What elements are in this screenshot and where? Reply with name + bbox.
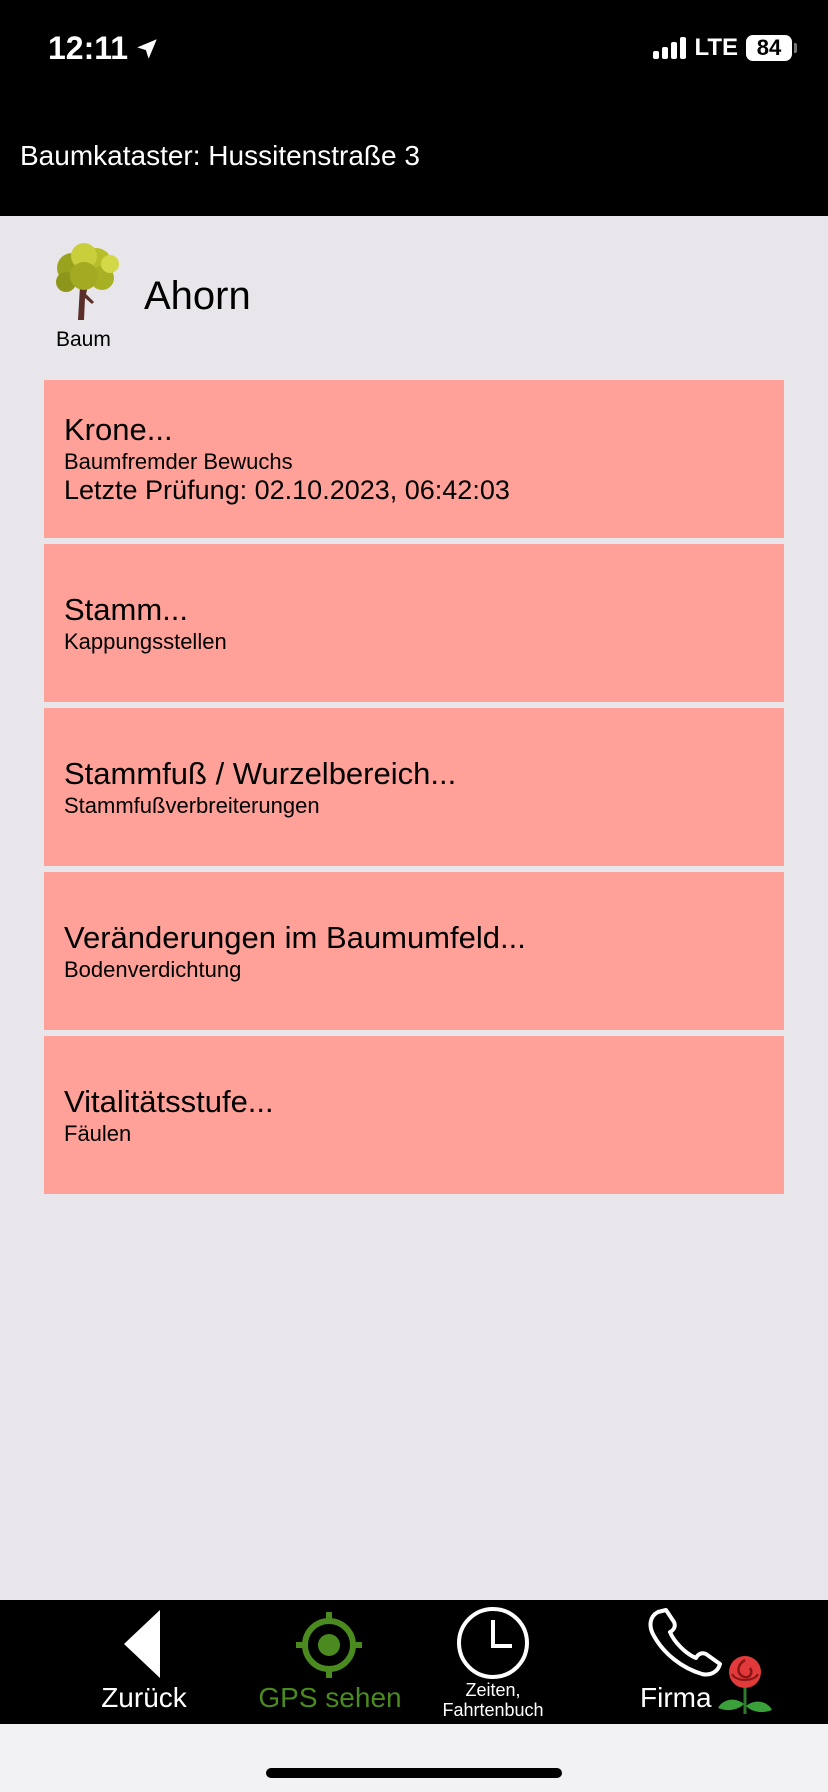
section-title: Krone... [64, 412, 173, 447]
section-detail: Baumfremder Bewuchs [64, 449, 293, 474]
tree-header: Baum Ahorn [40, 242, 740, 352]
location-arrow-icon [137, 38, 157, 59]
tree-caption: Baum [56, 328, 111, 351]
tree-icon[interactable] [50, 242, 120, 322]
section-krone[interactable]: Krone... Baumfremder Bewuchs Letzte Prüf… [44, 380, 784, 538]
section-stamm[interactable]: Stamm... Kappungsstellen [44, 544, 784, 702]
section-vitalitaet[interactable]: Vitalitätsstufe... Fäulen [44, 1036, 784, 1194]
section-baumumfeld[interactable]: Veränderungen im Baumumfeld... Bodenverd… [44, 872, 784, 1030]
back-arrow-icon [124, 1610, 160, 1678]
section-detail: Kappungsstellen [64, 628, 227, 654]
gps-label: GPS sehen [258, 1682, 402, 1713]
rose-icon [718, 1656, 772, 1714]
battery-level: 84 [756, 35, 782, 60]
gps-button[interactable]: GPS sehen [250, 1600, 410, 1724]
back-label: Zurück [101, 1682, 187, 1713]
section-title: Vitalitätsstufe... [64, 1083, 274, 1119]
status-indicators: LTE 84 [653, 34, 797, 62]
battery-icon: 84 [746, 35, 797, 61]
gps-target-icon [296, 1612, 362, 1678]
status-bar: 12:11 LTE 84 [0, 0, 828, 100]
times-label-line1: Zeiten, [465, 1680, 521, 1700]
section-title: Stammfuß / Wurzelbereich... [64, 755, 457, 791]
company-button[interactable]: Firma [640, 1600, 780, 1724]
page-title: Baumkataster: Hussitenstraße 3 [20, 140, 420, 171]
section-title: Stamm... [64, 591, 189, 627]
signal-icon [653, 37, 687, 59]
times-label-line2: Fahrtenbuch [442, 1700, 544, 1720]
clock-icon [457, 1607, 529, 1679]
times-logbook-button[interactable]: Zeiten, Fahrtenbuch [432, 1600, 554, 1724]
section-last-check: Letzte Prüfung: 02.10.2023, 06:42:03 [64, 475, 510, 505]
section-title: Veränderungen im Baumumfeld... [64, 919, 526, 955]
home-area [0, 1724, 828, 1792]
section-stammfuss[interactable]: Stammfuß / Wurzelbereich... Stammfußverb… [44, 708, 784, 866]
bottom-nav: Zurück GPS sehen Zeiten, Fahrtenbuch Fir… [0, 1600, 828, 1724]
network-type: LTE [694, 34, 738, 61]
section-detail: Bodenverdichtung [64, 956, 242, 982]
tree-name: Ahorn [144, 274, 251, 318]
section-detail: Stammfußverbreiterungen [64, 792, 320, 818]
inspection-sections: Krone... Baumfremder Bewuchs Letzte Prüf… [44, 380, 784, 1200]
home-indicator[interactable] [266, 1768, 562, 1778]
back-button[interactable]: Zurück [86, 1600, 202, 1724]
title-bar: Baumkataster: Hussitenstraße 3 [0, 100, 828, 216]
section-detail: Fäulen [64, 1120, 132, 1146]
clock-text: 12:11 [48, 30, 129, 66]
status-time: 12:11 [48, 30, 160, 67]
